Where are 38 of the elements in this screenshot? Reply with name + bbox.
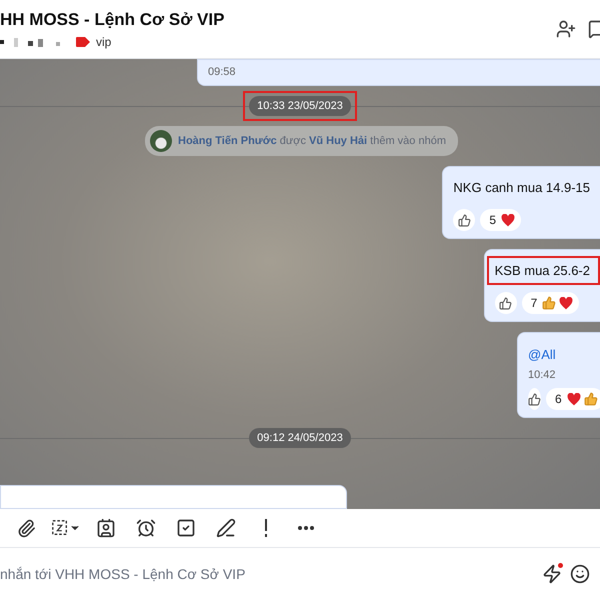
like-button[interactable]: [528, 388, 541, 410]
reaction-pill[interactable]: 5: [480, 209, 522, 231]
checkbox-icon: [176, 518, 196, 538]
date-stamp: 10:33 23/05/2023: [249, 96, 351, 116]
blurred-members-icon: [0, 36, 62, 48]
message-time: 10:42: [528, 369, 557, 381]
alarm-clock-icon: [136, 518, 156, 538]
chat-title: HH MOSS - Lệnh Cơ Sở VIP: [0, 10, 224, 30]
paperclip-icon: [16, 518, 36, 538]
add-member-icon[interactable]: [556, 19, 576, 39]
thumbs-up-icon: [499, 296, 512, 310]
system-notice: Hoàng Tiến Phước được Vũ Huy Hải thêm vào nhóm: [145, 126, 458, 156]
avatar-icon: [150, 130, 172, 152]
mention-link[interactable]: @All: [528, 343, 592, 362]
message-text: KSB mua 25.6-2: [486, 256, 600, 285]
screenshot-icon: [51, 519, 69, 537]
like-button[interactable]: [494, 292, 517, 314]
lightning-icon: [542, 564, 562, 584]
exclamation-icon: [264, 519, 268, 537]
smiley-icon: [570, 564, 590, 584]
thumbs-up-icon: [542, 296, 556, 310]
like-button[interactable]: [453, 209, 476, 231]
thumbs-up-icon: [528, 392, 541, 406]
heart-icon: [566, 392, 581, 406]
tag-icon: [76, 36, 90, 46]
reaction-pill[interactable]: 7: [522, 292, 580, 314]
contact-card-icon: [96, 518, 116, 538]
tag-label[interactable]: vip: [76, 34, 112, 48]
message-text: NKG canh mua 14.9-15: [452, 179, 591, 197]
heart-icon: [501, 214, 516, 226]
pen-icon: [216, 518, 236, 538]
heart-icon: [559, 296, 574, 310]
date-stamp: 09:12 24/05/2023: [249, 428, 351, 448]
thumbs-up-icon: [458, 214, 471, 226]
message-time: 09:58: [208, 66, 237, 78]
thumbs-up-icon: [584, 392, 598, 406]
more-icon: [298, 526, 314, 530]
reaction-pill[interactable]: 6: [546, 388, 600, 410]
